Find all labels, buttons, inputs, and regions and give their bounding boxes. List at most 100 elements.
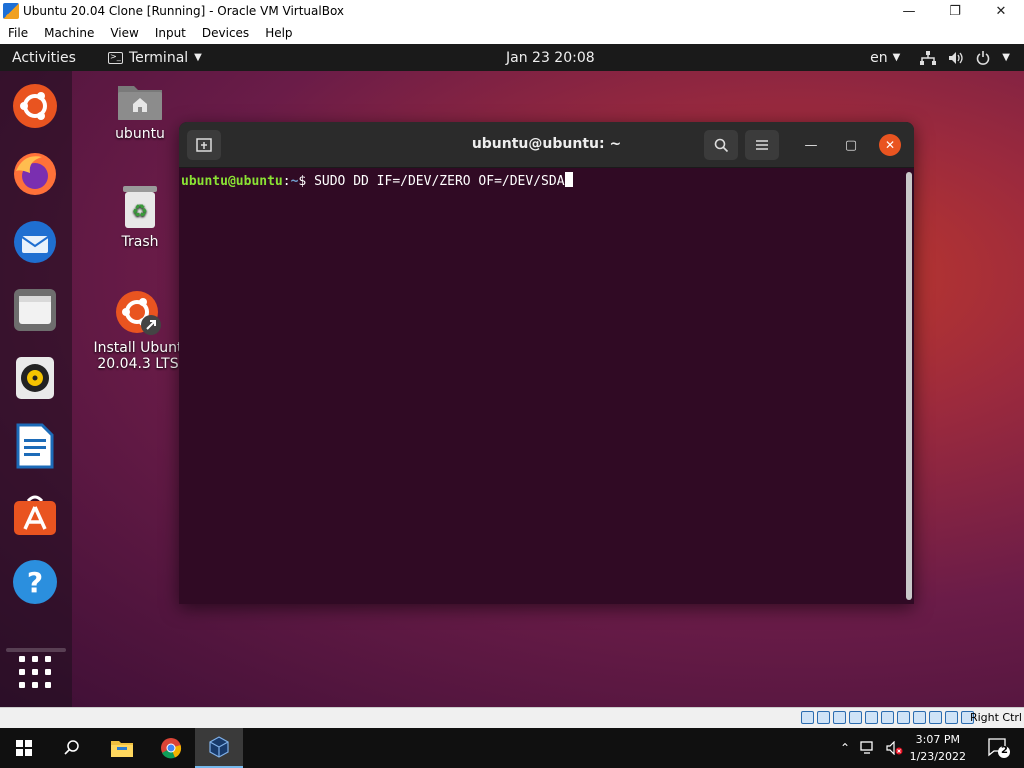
trash-label: Trash <box>121 234 159 250</box>
help-icon: ? <box>13 560 57 604</box>
taskbar-date: 1/23/2022 <box>909 750 966 763</box>
app-menu-button[interactable]: >_ Terminal ▼ <box>108 50 202 66</box>
dock-ubuntu-software[interactable] <box>12 491 58 537</box>
libreoffice-writer-icon <box>16 423 54 469</box>
maximize-icon: ▢ <box>844 137 858 153</box>
optical-drive-icon[interactable] <box>817 711 830 724</box>
install-label-line1: Install Ubunt <box>93 340 183 356</box>
dock: ? <box>0 71 72 707</box>
menu-file[interactable]: File <box>0 26 36 40</box>
guest-screen: Activities >_ Terminal ▼ Jan 23 20:08 en… <box>0 44 1024 707</box>
trash-icon: ♻ <box>123 186 157 228</box>
menu-machine[interactable]: Machine <box>36 26 102 40</box>
terminal-minimize-button[interactable]: — <box>800 134 822 156</box>
desktop-install-ubuntu[interactable]: Install Ubunt 20.04.3 LTS <box>90 288 186 372</box>
chevron-down-icon: ▼ <box>1002 52 1010 63</box>
dock-ubuntu-installer[interactable] <box>12 83 58 129</box>
dock-libreoffice-writer[interactable] <box>12 423 58 469</box>
desktop-trash[interactable]: ♻ Trash <box>108 184 172 250</box>
show-applications-button[interactable] <box>12 649 58 695</box>
menu-input[interactable]: Input <box>147 26 194 40</box>
volume-icon <box>949 51 963 64</box>
activities-button[interactable]: Activities <box>12 50 76 66</box>
vbox-status-bar: Right Ctrl <box>0 707 1024 728</box>
menu-help[interactable]: Help <box>257 26 300 40</box>
taskbar-time: 3:07 PM <box>915 733 960 746</box>
maximize-icon[interactable]: ❐ <box>932 0 978 22</box>
chevron-down-icon: ▼ <box>194 52 202 63</box>
close-icon: ✕ <box>884 138 896 152</box>
terminal-search-button[interactable] <box>704 130 738 160</box>
system-menu[interactable]: ▼ <box>920 50 1010 65</box>
chrome-icon <box>161 738 182 759</box>
network-icon[interactable] <box>860 741 876 755</box>
taskbar-virtualbox[interactable] <box>195 728 243 768</box>
hamburger-menu-icon <box>756 140 768 150</box>
action-center-button[interactable]: 2 <box>988 738 1010 758</box>
clock[interactable]: Jan 23 20:08 <box>506 50 595 66</box>
taskbar-chrome[interactable] <box>147 728 195 768</box>
prompt-user: ubuntu@ubuntu <box>181 174 283 189</box>
shared-folders-icon[interactable] <box>881 711 894 724</box>
command-text: SUDO DD IF=/DEV/ZERO OF=/DEV/SDA <box>314 174 565 189</box>
recording-icon[interactable] <box>913 711 926 724</box>
show-hidden-icons-chevron-up-icon[interactable]: ⌃ <box>840 741 850 755</box>
usb-icon[interactable] <box>865 711 878 724</box>
terminal-close-button[interactable]: ✕ <box>879 134 901 156</box>
dock-thunderbird[interactable] <box>12 219 58 265</box>
cpu-icon[interactable] <box>929 711 942 724</box>
install-label-line2: 20.04.3 LTS <box>97 356 179 372</box>
dock-rhythmbox[interactable] <box>12 355 58 401</box>
display-icon[interactable] <box>897 711 910 724</box>
ubuntu-software-icon <box>14 495 56 535</box>
menu-devices[interactable]: Devices <box>194 26 257 40</box>
vbox-title-bar: Ubuntu 20.04 Clone [Running] - Oracle VM… <box>0 0 1024 22</box>
audio-icon[interactable] <box>833 711 846 724</box>
dock-help[interactable]: ? <box>12 559 58 605</box>
rhythmbox-icon <box>16 357 54 399</box>
start-button[interactable] <box>0 728 48 768</box>
dock-firefox[interactable] <box>12 151 58 197</box>
ubuntu-installer-icon <box>13 84 57 128</box>
mouse-integration-icon[interactable] <box>945 711 958 724</box>
home-folder-label: ubuntu <box>115 126 165 142</box>
virtualbox-icon <box>209 736 229 758</box>
network-adapter-icon[interactable] <box>849 711 862 724</box>
vbox-menu-bar: File Machine View Input Devices Help <box>0 22 1024 44</box>
close-icon[interactable]: ✕ <box>978 0 1024 22</box>
volume-muted-icon[interactable] <box>886 741 904 755</box>
prompt-separator: : <box>282 174 291 189</box>
terminal-scrollbar[interactable] <box>906 172 912 600</box>
chevron-down-icon: ▼ <box>892 52 901 63</box>
input-language[interactable]: en ▼ <box>870 50 900 66</box>
search-icon <box>64 740 79 755</box>
thunderbird-icon <box>14 221 56 263</box>
terminal-header-bar: ubuntu@ubuntu: ~ — ▢ ✕ <box>179 122 914 168</box>
file-explorer-icon <box>111 741 133 757</box>
terminal-output[interactable]: ubuntu@ubuntu:~$ SUDO DD IF=/DEV/ZERO OF… <box>181 172 901 189</box>
system-tray: ⌃ <box>840 728 904 768</box>
taskbar-file-explorer[interactable] <box>98 728 146 768</box>
home-folder-icon <box>118 86 162 120</box>
taskbar-search-button[interactable] <box>48 728 96 768</box>
app-grid-icon <box>19 656 51 688</box>
terminal-menu-button[interactable] <box>745 130 779 160</box>
ubuntu-install-icon <box>116 291 161 335</box>
files-icon <box>14 289 56 331</box>
terminal-app-icon: >_ <box>108 51 123 64</box>
app-menu-label: Terminal <box>129 49 189 66</box>
hard-disk-icon[interactable] <box>801 711 814 724</box>
firefox-icon <box>14 153 56 195</box>
windows-logo-icon <box>16 740 32 756</box>
power-icon <box>977 50 990 65</box>
text-cursor <box>564 172 573 187</box>
dock-files[interactable] <box>12 287 58 333</box>
terminal-maximize-button[interactable]: ▢ <box>840 134 862 156</box>
taskbar-clock[interactable]: 3:07 PM 1/23/2022 <box>910 731 966 765</box>
svg-text:?: ? <box>27 566 43 599</box>
desktop-home-folder[interactable]: ubuntu <box>108 80 172 142</box>
minimize-icon[interactable]: — <box>886 0 932 22</box>
search-icon <box>714 138 728 152</box>
menu-view[interactable]: View <box>102 26 146 40</box>
language-label: en <box>870 49 888 66</box>
